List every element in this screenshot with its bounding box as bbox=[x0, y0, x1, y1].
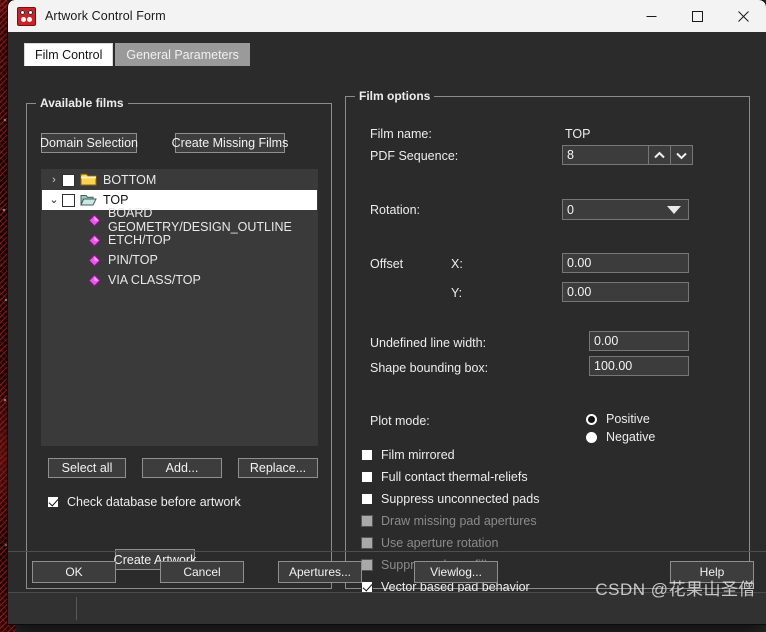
expand-collapse-icon[interactable]: › bbox=[46, 174, 62, 186]
available-films-group-title: Available films bbox=[36, 96, 128, 110]
offset-label: Offset bbox=[370, 257, 404, 271]
checkbox-label: Use aperture rotation bbox=[381, 536, 499, 550]
radio-label: Negative bbox=[606, 430, 656, 444]
maximize-button[interactable] bbox=[674, 0, 720, 32]
pdf-sequence-label: PDF Sequence: bbox=[370, 149, 459, 163]
plot-mode-negative-radio[interactable]: Negative bbox=[586, 430, 655, 444]
radio-button[interactable] bbox=[586, 413, 597, 425]
diamond-icon bbox=[88, 213, 101, 227]
offset-y-label: Y: bbox=[451, 286, 463, 300]
plot-mode-positive-radio[interactable]: Positive bbox=[586, 412, 650, 426]
available-films-group: Available films Domain Selection Create … bbox=[26, 96, 332, 589]
window-controls bbox=[628, 0, 766, 32]
checkbox-box[interactable] bbox=[47, 496, 59, 508]
close-button[interactable] bbox=[720, 0, 766, 32]
help-button[interactable]: Help bbox=[670, 561, 754, 583]
undefined-line-width-input[interactable]: 0.00 bbox=[589, 331, 689, 351]
undefined-line-width-label: Undefined line width: bbox=[370, 336, 487, 350]
tree-item-label: BOTTOM bbox=[103, 173, 157, 187]
offset-x-label: X: bbox=[451, 257, 463, 271]
pdf-sequence-spinner[interactable] bbox=[648, 145, 693, 165]
diamond-icon bbox=[88, 273, 101, 287]
tree-item-label: VIA CLASS/TOP bbox=[108, 273, 201, 287]
checkbox-label: Draw missing pad apertures bbox=[381, 514, 537, 528]
tree-row[interactable]: BOARD GEOMETRY/DESIGN_OUTLINE bbox=[42, 206, 317, 234]
select-all-button[interactable]: Select all bbox=[48, 458, 126, 478]
offset-y-input[interactable]: 0.00 bbox=[562, 282, 689, 302]
folder-open-icon bbox=[80, 193, 97, 207]
film-mirrored-checkbox[interactable]: Film mirrored bbox=[361, 448, 455, 462]
checkbox-label: Suppress unconnected pads bbox=[381, 492, 540, 506]
tree-row[interactable]: PIN/TOP bbox=[42, 250, 317, 270]
add-button[interactable]: Add... bbox=[142, 458, 222, 478]
checkbox-label: Full contact thermal-reliefs bbox=[381, 470, 528, 484]
checkbox-box[interactable] bbox=[361, 449, 373, 461]
tree-item-label: PIN/TOP bbox=[108, 253, 158, 267]
film-name-label: Film name: bbox=[370, 127, 432, 141]
domain-selection-button[interactable]: Domain Selection bbox=[40, 133, 138, 153]
pdf-sequence-input[interactable]: 8 bbox=[562, 145, 649, 165]
chevron-down-icon[interactable] bbox=[670, 145, 693, 165]
minimize-button[interactable] bbox=[628, 0, 674, 32]
shape-bounding-box-label: Shape bounding box: bbox=[370, 361, 489, 375]
tab-general-parameters[interactable]: General Parameters bbox=[115, 43, 250, 66]
diamond-icon bbox=[88, 253, 101, 267]
film-checkbox[interactable] bbox=[62, 193, 75, 207]
create-missing-films-button[interactable]: Create Missing Films bbox=[172, 133, 288, 153]
draw-missing-pad-apertures-checkbox: Draw missing pad apertures bbox=[361, 514, 537, 528]
tab-strip: Film Control General Parameters bbox=[24, 43, 250, 66]
replace-button[interactable]: Replace... bbox=[238, 458, 318, 478]
expand-collapse-icon[interactable]: ⌄ bbox=[46, 194, 62, 206]
folder-closed-icon bbox=[80, 173, 97, 187]
diamond-icon bbox=[88, 233, 101, 247]
window-title: Artwork Control Form bbox=[45, 9, 166, 23]
plot-mode-label: Plot mode: bbox=[370, 414, 430, 428]
apertures-button[interactable]: Apertures... bbox=[278, 561, 362, 583]
chevron-up-icon[interactable] bbox=[648, 145, 671, 165]
tree-item-label: BOARD GEOMETRY/DESIGN_OUTLINE bbox=[108, 206, 292, 234]
checkbox-box[interactable] bbox=[361, 471, 373, 483]
film-options-group: Film options Film name: TOP PDF Sequence… bbox=[345, 89, 750, 616]
radio-label: Positive bbox=[606, 412, 650, 426]
artwork-control-form-window: Artwork Control Form Film Control Genera… bbox=[8, 0, 766, 624]
tree-row[interactable]: VIA CLASS/TOP bbox=[42, 270, 317, 290]
checkbox-label: Film mirrored bbox=[381, 448, 455, 462]
offset-x-input[interactable]: 0.00 bbox=[562, 253, 689, 273]
status-bar bbox=[8, 592, 766, 624]
ok-button[interactable]: OK bbox=[32, 561, 116, 583]
status-bar-divider bbox=[76, 597, 77, 620]
tree-item-label: ETCH/TOP bbox=[108, 233, 171, 247]
available-films-tree[interactable]: › BOTTOM ⌄ TOP BOARD GEOMETRY/DESIGN_OUT… bbox=[41, 169, 318, 446]
shape-bounding-box-input[interactable]: 100.00 bbox=[589, 356, 689, 376]
check-database-before-artwork-checkbox[interactable]: Check database before artwork bbox=[47, 495, 241, 509]
checkbox-box bbox=[361, 515, 373, 527]
tree-item-label: TOP bbox=[103, 193, 129, 207]
use-aperture-rotation-checkbox: Use aperture rotation bbox=[361, 536, 498, 550]
rotation-label: Rotation: bbox=[370, 203, 421, 217]
tab-film-control[interactable]: Film Control bbox=[24, 43, 114, 66]
suppress-unconnected-pads-checkbox[interactable]: Suppress unconnected pads bbox=[361, 492, 539, 506]
artwork-app-icon bbox=[17, 6, 36, 26]
film-name-value: TOP bbox=[565, 127, 591, 141]
checkbox-label: Check database before artwork bbox=[67, 495, 241, 509]
checkbox-box[interactable] bbox=[361, 493, 373, 505]
film-checkbox[interactable] bbox=[62, 173, 75, 187]
cancel-button[interactable]: Cancel bbox=[160, 561, 244, 583]
radio-button[interactable] bbox=[586, 431, 597, 443]
checkbox-box bbox=[361, 537, 373, 549]
tree-row[interactable]: › BOTTOM bbox=[42, 170, 317, 190]
dialog-body: Film Control General Parameters Availabl… bbox=[8, 32, 766, 624]
dialog-button-bar: OK Cancel Apertures... Viewlog... Help bbox=[8, 551, 766, 593]
title-bar[interactable]: Artwork Control Form bbox=[8, 0, 766, 32]
full-contact-thermal-reliefs-checkbox[interactable]: Full contact thermal-reliefs bbox=[361, 470, 528, 484]
rotation-select[interactable]: 0 bbox=[562, 199, 689, 220]
film-options-group-title: Film options bbox=[355, 89, 435, 103]
viewlog-button[interactable]: Viewlog... bbox=[414, 561, 498, 583]
dropdown-arrow-icon[interactable] bbox=[667, 205, 681, 214]
